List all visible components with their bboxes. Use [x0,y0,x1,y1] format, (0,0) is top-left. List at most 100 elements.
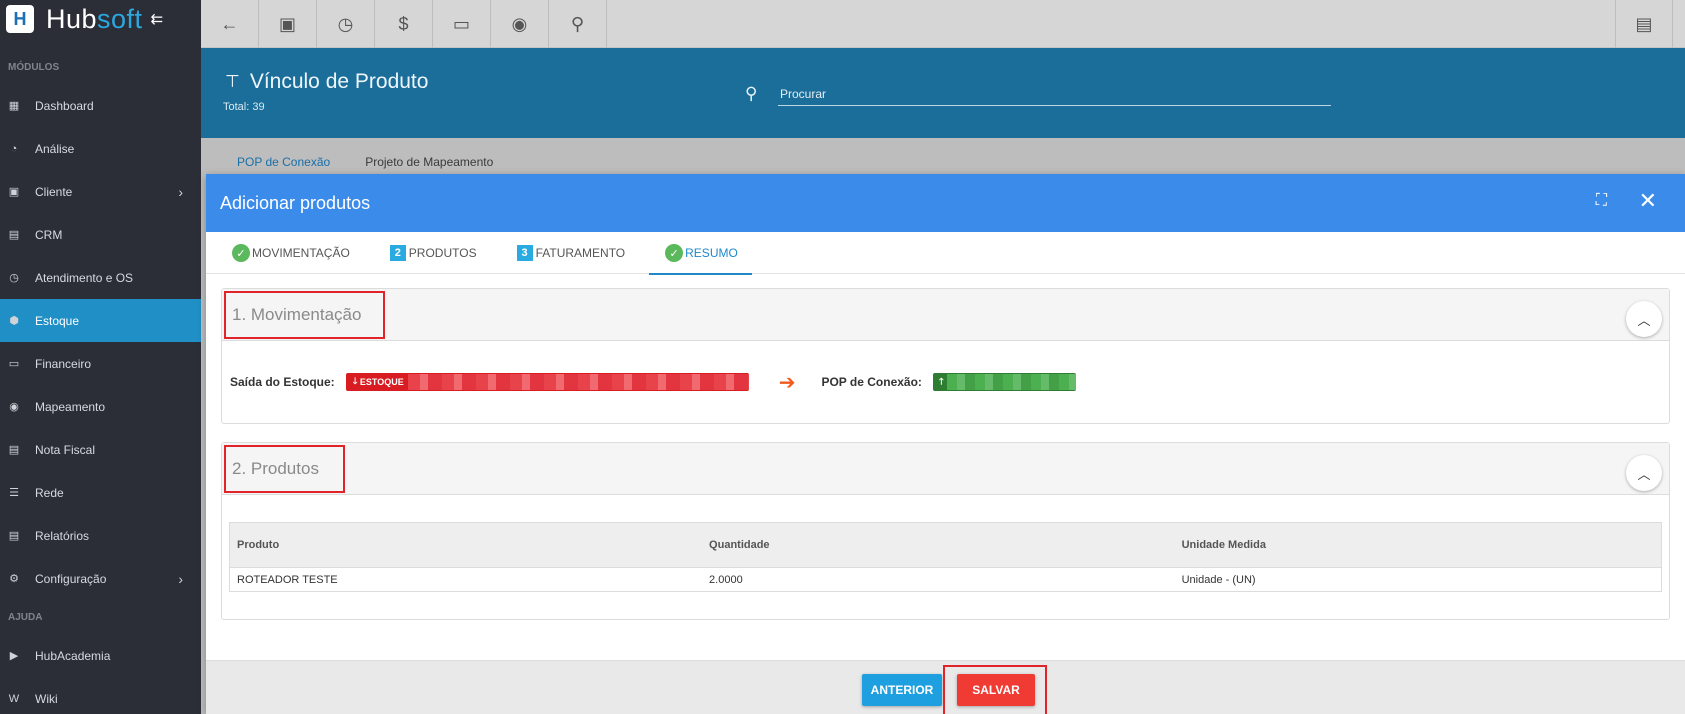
sidebar-item-label: Nota Fiscal [35,442,96,457]
total-count: Total: 39 [223,101,265,113]
cell-unidade: Unidade - (UN) [1181,573,1256,586]
search-icon: ⚲ [745,84,758,103]
wizard-steps: ✓ MOVIMENTAÇÃO 2 PRODUTOS 3 FATURAMENTO … [206,232,1685,275]
chevron-up-icon[interactable]: ︿ [1626,455,1662,491]
panel-title: 1. Movimentação [224,290,386,339]
money-icon: ▭ [8,357,20,370]
sidebar-item-crm[interactable]: ▤ CRM [0,213,201,256]
check-circle-icon: ✓ [232,244,250,262]
step-faturamento[interactable]: 3 FATURAMENTO [516,232,625,274]
calendar-clock-icon: ◷ [9,271,19,284]
terminal-icon[interactable]: ▭ [433,0,491,48]
step-resumo[interactable]: ✓ RESUMO [649,232,752,275]
chevron-up-icon[interactable]: ︿ [1626,301,1662,337]
cube-icon: ⬢ [9,314,19,327]
hubsoft-logo-icon: H [6,5,34,33]
source-label: Saída do Estoque: [230,375,335,389]
brand-name: Hubsoft [46,3,143,34]
search-box: ⚲ [745,82,1331,106]
step-number-badge: 2 [389,245,406,261]
movimentacao-panel: 1. Movimentação ︿ Saída do Estoque: 🡓 ES… [221,288,1670,424]
chevron-right-icon: › [178,570,183,587]
step-produtos[interactable]: 2 PRODUTOS [389,232,477,274]
eye-icon[interactable]: ◉ [491,0,549,48]
wikipedia-icon: W [8,692,20,705]
step-number-badge: 3 [516,245,533,261]
contact-card-icon[interactable]: ▣ [259,0,317,48]
sidebar-item-an-lise[interactable]: ◔ Análise [0,127,201,170]
sidebar-item-label: Financeiro [35,356,92,371]
search-input[interactable] [778,86,1331,101]
sidebar-item-configura-o[interactable]: ⚙ Configuração › [0,557,201,600]
sidebar-item-label: Rede [35,485,64,500]
sidebar-item-financeiro[interactable]: ▭ Financeiro [0,342,201,385]
previous-button[interactable]: ANTERIOR [862,674,942,706]
youtube-icon: ▶ [9,649,19,662]
table-row: ROTEADOR TESTE 2.0000 Unidade - (UN) [230,568,1662,592]
sidebar: H Hubsoft ⇇ MÓDULOS ▦ Dashboard ◔ Análise ▣ C… [0,0,201,714]
sidebar-item-label: Wiki [35,691,58,706]
panel-header: 2. Produtos ︿ [222,443,1669,495]
cell-produto: ROTEADOR TESTE [237,573,338,586]
pdf-icon[interactable]: ▤ [1615,0,1673,48]
sidebar-item-wiki[interactable]: W Wiki [0,677,201,714]
sidebar-item-atendimento-e-os[interactable]: ◷ Atendimento e OS [0,256,201,299]
fullscreen-icon[interactable]: ⛶ [1596,192,1607,210]
sidebar-item-cliente[interactable]: ▣ Cliente › [0,170,201,213]
help-menu: ▶ HubAcademia W Wiki [0,634,201,714]
sidebar-item-relat-rios[interactable]: ▤ Relatórios [0,514,201,557]
section-title-help: AJUDA [8,612,43,623]
sidebar-item-label: HubAcademia [35,648,111,663]
sidebar-item-label: Estoque [35,313,80,328]
top-toolbar: ← ▣ ◷ $ ▭ ◉ ⚲ ▤ [201,0,1685,48]
contact-icon: ▣ [8,185,20,198]
page-tabs: POP de Conexão Projeto de Mapeamento [201,138,1685,174]
products-table-wrap: Produto Quantidade Unidade Medida ROTEAD… [222,495,1669,619]
save-button[interactable]: SALVAR [957,674,1035,706]
sidebar-item-hubacademia[interactable]: ▶ HubAcademia [0,634,201,677]
sidebar-item-label: Cliente [35,184,73,199]
page-header: ⊤ Vínculo de Produto Total: 39 ⚲ [201,48,1685,138]
collapse-menu-icon[interactable]: ⇇ [151,10,164,28]
modal-body: 1. Movimentação ︿ Saída do Estoque: 🡓 ES… [206,274,1685,654]
tab-projeto-mapeamento[interactable]: Projeto de Mapeamento [365,138,510,174]
sidebar-item-dashboard[interactable]: ▦ Dashboard [0,84,201,127]
calendar-clock-icon[interactable]: ◷ [317,0,375,48]
sidebar-item-mapeamento[interactable]: ◉ Mapeamento [0,385,201,428]
arrow-up-icon: 🡑 [938,376,944,386]
add-products-modal: Adicionar produtos ⛶ ✕ ✓ MOVIMENTAÇÃO 2 … [206,174,1685,714]
table-header-row: Produto Quantidade Unidade Medida [229,522,1662,568]
page-title: ⊤ Vínculo de Produto [225,70,429,93]
pie-chart-icon: ◔ [10,142,18,155]
crm-icon: ▤ [8,228,20,241]
sidebar-item-label: Atendimento e OS [35,270,134,285]
dest-pop-tag: 🡑 [932,373,1076,391]
sidebar-item-rede[interactable]: ☰ Rede [0,471,201,514]
dashboard-icon: ▦ [8,99,20,112]
brand[interactable]: H Hubsoft ⇇ [0,0,201,38]
sidebar-item-label: Mapeamento [35,399,106,414]
sidebar-item-estoque[interactable]: ⬢ Estoque [0,299,201,342]
modal-footer: ANTERIOR SALVAR [206,660,1685,714]
col-quantidade: Quantidade [702,522,1175,568]
sidebar-item-label: Dashboard [35,98,94,113]
redacted-text [407,374,749,390]
col-unidade-medida: Unidade Medida [1174,522,1662,568]
close-icon[interactable]: ✕ [1639,188,1657,214]
map-pin-icon: ◉ [9,400,19,413]
link-product-icon: ⊤ [225,72,240,91]
dollar-icon[interactable]: $ [375,0,433,48]
modal-header: Adicionar produtos ⛶ ✕ [206,174,1685,232]
network-icon: ☰ [9,486,19,499]
modules-menu: ▦ Dashboard ◔ Análise ▣ Cliente › ▤ CRM ◷ Atendime… [0,84,201,600]
arrow-down-icon: 🡓 [352,376,360,386]
produtos-panel: 2. Produtos ︿ Produto Quantidade Unidade… [221,442,1670,620]
products-table: Produto Quantidade Unidade Medida ROTEAD… [229,522,1662,592]
section-title-modules: MÓDULOS [8,62,60,73]
back-arrow-icon[interactable]: ← [201,0,259,48]
tab-pop-conexao[interactable]: POP de Conexão [237,138,347,174]
invoice-icon: ▤ [8,443,20,456]
step-movimentacao[interactable]: ✓ MOVIMENTAÇÃO [232,232,350,274]
search-icon[interactable]: ⚲ [549,0,607,48]
sidebar-item-nota-fiscal[interactable]: ▤ Nota Fiscal [0,428,201,471]
